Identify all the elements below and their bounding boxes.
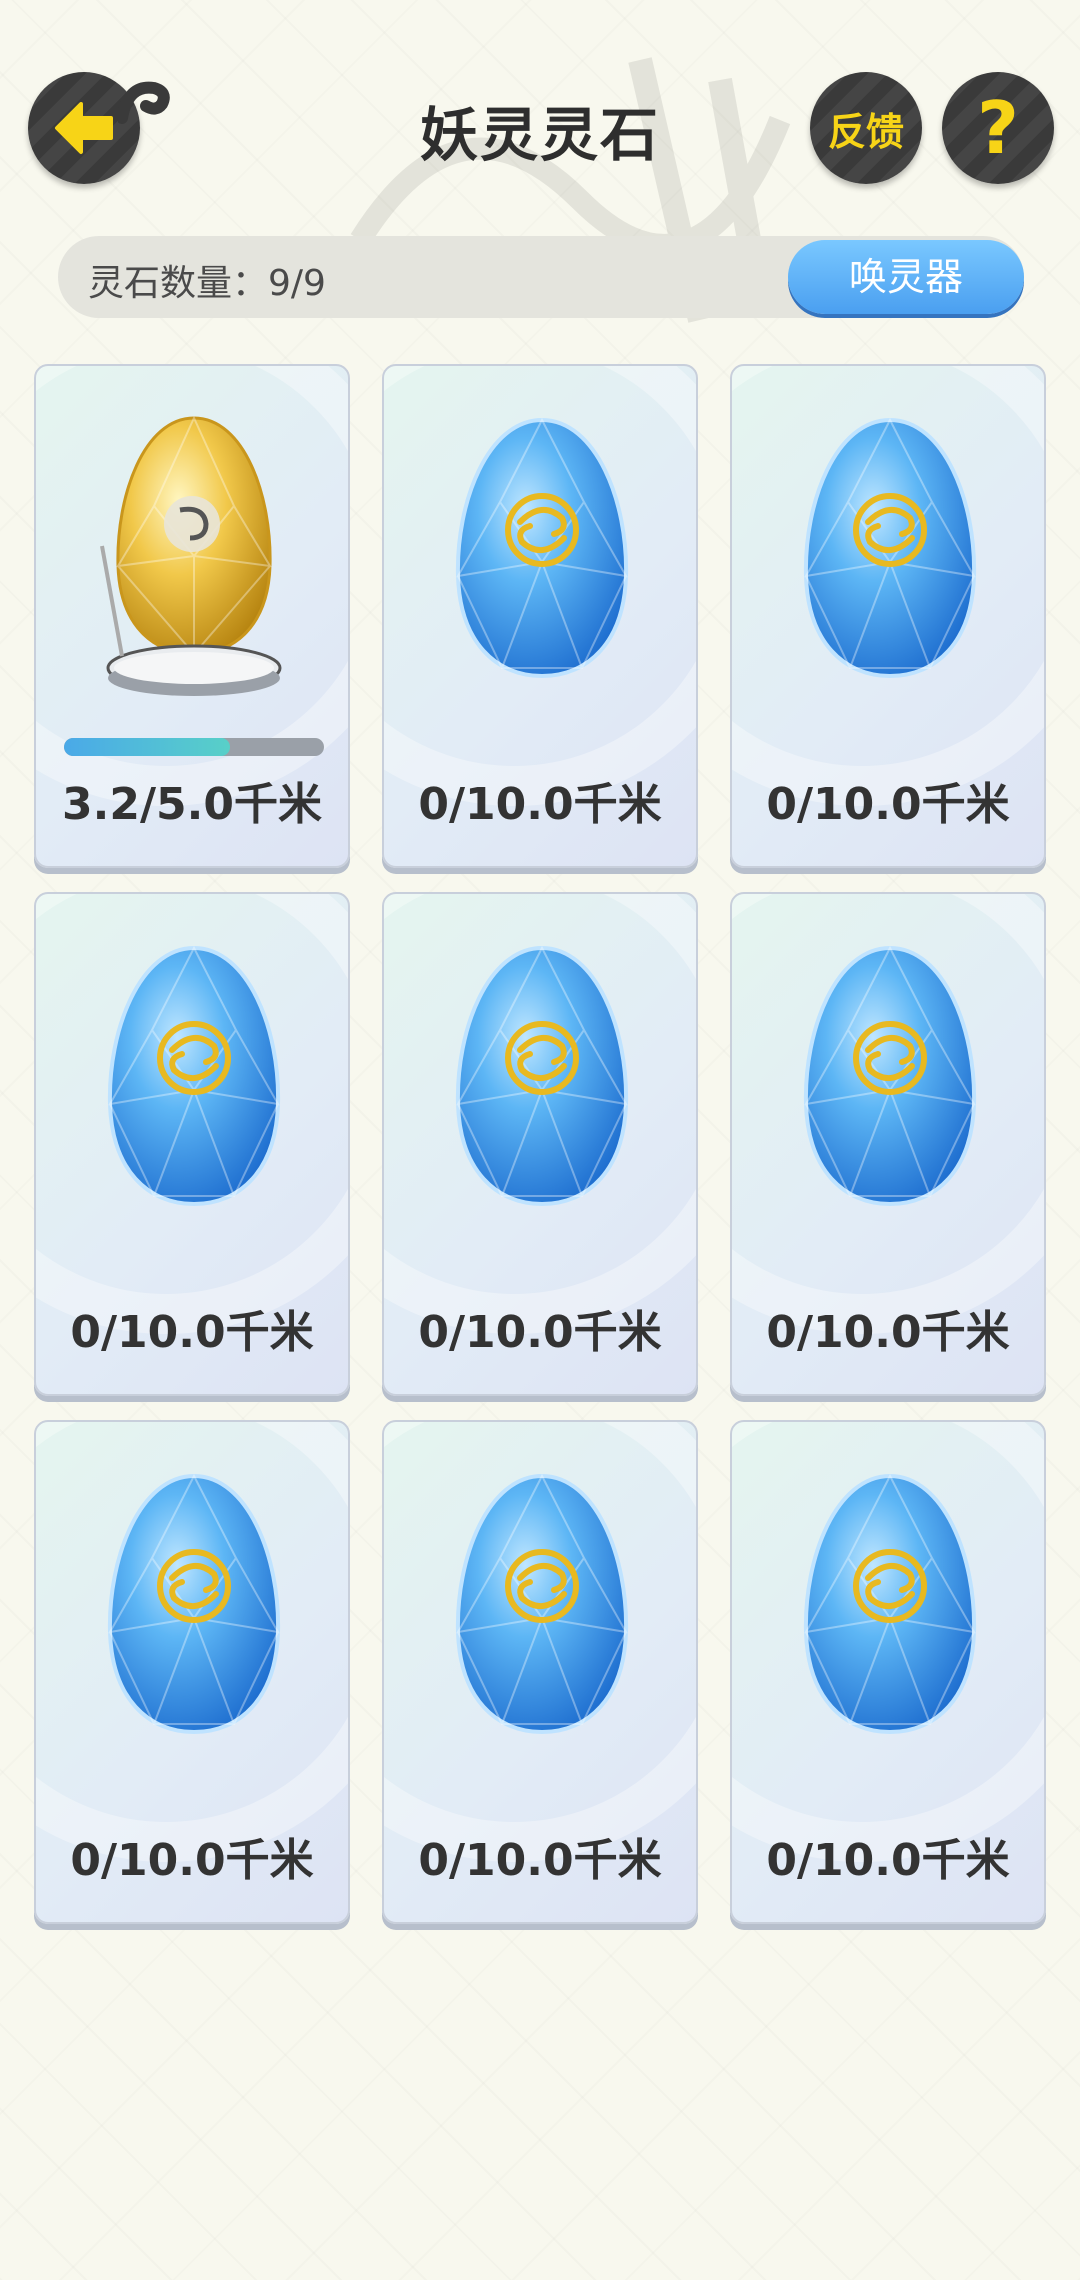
- incubation-progress-bar: [64, 738, 324, 756]
- stone-card[interactable]: 0/10.0千米: [730, 364, 1046, 868]
- stone-distance-label: 0/10.0千米: [766, 1835, 1010, 1886]
- stone-distance-label: 0/10.0千米: [418, 1835, 662, 1886]
- stone-card[interactable]: 0/10.0千米: [34, 892, 350, 1396]
- stone-card[interactable]: 3.2/5.0千米: [34, 364, 350, 868]
- stone-card[interactable]: 0/10.0千米: [730, 1420, 1046, 1924]
- stone-card[interactable]: 0/10.0千米: [34, 1420, 350, 1924]
- stone-distance-label: 0/10.0千米: [766, 779, 1010, 830]
- stone-distance-label: 0/10.0千米: [70, 1307, 314, 1358]
- stone-card[interactable]: 0/10.0千米: [730, 892, 1046, 1396]
- feedback-button[interactable]: 反馈: [810, 72, 922, 184]
- blue-stone-icon: [442, 1462, 642, 1762]
- stone-distance-label: 3.2/5.0千米: [62, 779, 322, 830]
- stone-card[interactable]: 0/10.0千米: [382, 1420, 698, 1924]
- stone-distance-label: 0/10.0千米: [70, 1835, 314, 1886]
- incubation-progress-fill: [64, 738, 231, 756]
- blue-stone-icon: [94, 1462, 294, 1762]
- stone-card[interactable]: 0/10.0千米: [382, 892, 698, 1396]
- help-button[interactable]: ?: [942, 72, 1054, 184]
- stone-card[interactable]: 0/10.0千米: [382, 364, 698, 868]
- blue-stone-icon: [790, 1462, 990, 1762]
- blue-stone-icon: [790, 406, 990, 706]
- gold-stone-icon: [100, 415, 282, 696]
- blue-stone-icon: [790, 934, 990, 1234]
- blue-stone-icon: [94, 934, 294, 1234]
- stone-count-label: 灵石数量：9/9: [88, 263, 326, 304]
- stone-distance-label: 0/10.0千米: [766, 1307, 1010, 1358]
- stone-distance-label: 0/10.0千米: [418, 1307, 662, 1358]
- blue-stone-icon: [442, 934, 642, 1234]
- header: 妖灵灵石 反馈 ?: [0, 0, 1080, 220]
- stone-distance-label: 0/10.0千米: [418, 779, 662, 830]
- blue-stone-icon: [442, 406, 642, 706]
- summon-device-button[interactable]: 唤灵器: [788, 240, 1024, 314]
- stone-count-bar: 灵石数量：9/9 唤灵器: [58, 236, 1024, 318]
